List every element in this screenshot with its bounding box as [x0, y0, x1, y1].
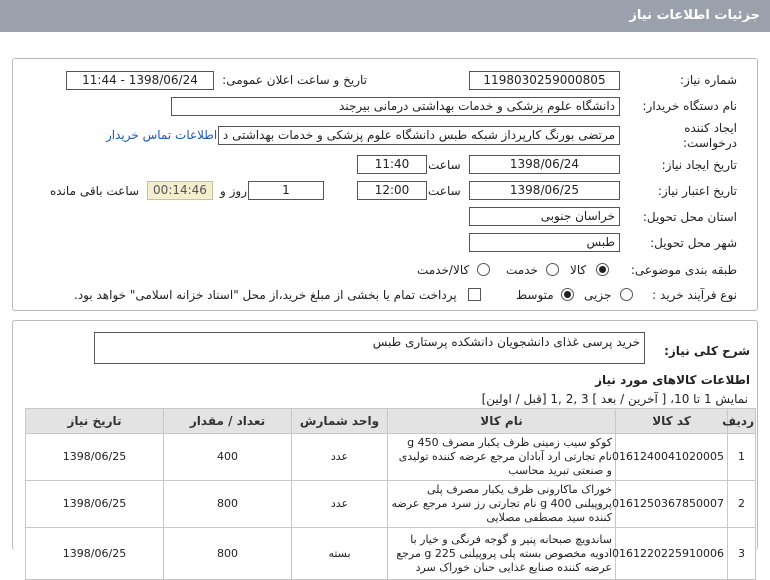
col-qty-header: تعداد / مقدار	[163, 408, 292, 434]
goods-date: 1398/06/25	[25, 480, 164, 528]
treasury-payment-checkbox[interactable]	[468, 288, 481, 301]
summary-label: شرح کلی نیاز:	[664, 344, 750, 358]
goods-unit: عدد	[291, 480, 388, 528]
table-row[interactable]: 3 0161220225910006 ساندویچ صبحانه پنیر و…	[25, 527, 756, 580]
city-field[interactable]: طبس	[469, 233, 620, 252]
remaining-label: ساعت باقی مانده	[50, 184, 140, 198]
need-number-field[interactable]: 1198030259000805	[469, 71, 620, 90]
valid-date-field[interactable]: 1398/06/25	[469, 181, 620, 200]
category-service-radio[interactable]	[546, 263, 559, 276]
city-label: شهر محل تحویل:	[650, 236, 737, 250]
remaining-time-badge: 00:14:46	[147, 181, 213, 200]
created-time-label: ساعت	[428, 158, 461, 172]
row-number: 2	[727, 480, 756, 528]
category-goods-service-label: کالا/خدمت	[417, 263, 470, 277]
category-goods-label: کالا	[570, 263, 587, 277]
page-title: جزئیات اطلاعات نیاز	[0, 0, 770, 32]
row-number: 1	[727, 433, 756, 481]
announce-label: تاریخ و ساعت اعلان عمومی:	[222, 73, 367, 87]
buyer-field[interactable]: دانشگاه علوم پزشکی و خدمات بهداشتی درمان…	[171, 97, 620, 116]
goods-table-header: ردیف کد کالا نام کالا واحد شمارش تعداد /…	[25, 408, 756, 434]
col-unit-header: واحد شمارش	[291, 408, 388, 434]
contact-buyer-link[interactable]: اطلاعات تماس خریدار	[106, 128, 217, 142]
col-code-header: کد کالا	[615, 408, 728, 434]
goods-unit: عدد	[291, 433, 388, 481]
table-row[interactable]: 2 0161250367850007 خوراک ماکارونی ظرف یک…	[25, 480, 756, 528]
buyer-label: نام دستگاه خریدار:	[642, 99, 738, 113]
valid-time-label: ساعت	[428, 184, 461, 198]
category-goods-radio[interactable]	[596, 263, 609, 276]
goods-code: 0161240041020005	[612, 433, 728, 481]
category-goods-service-radio[interactable]	[477, 263, 490, 276]
goods-name: خوراک ماکارونی ظرف یکبار مصرف پلی پروپیل…	[387, 480, 616, 528]
valid-time-field[interactable]: 12:00	[357, 181, 427, 200]
goods-date: 1398/06/25	[25, 433, 164, 481]
process-minor-radio[interactable]	[620, 288, 633, 301]
goods-quantity: 400	[163, 433, 292, 481]
process-minor-label: جزیی	[584, 288, 612, 302]
row-number: 3	[727, 527, 756, 580]
province-label: استان محل تحویل:	[642, 210, 737, 224]
announce-datetime-field[interactable]: 1398/06/24 - 11:44	[66, 71, 214, 90]
day-and-label: روز و	[220, 184, 247, 198]
col-name-header: نام کالا	[387, 408, 616, 434]
goods-pagination[interactable]: نمایش 1 تا 10، [ آخرین / بعد ] 3 ,2 ,1 […	[482, 392, 748, 406]
table-row[interactable]: 1 0161240041020005 کوکو سیب زمینی ظرف یک…	[25, 433, 756, 481]
goods-quantity: 800	[163, 527, 292, 580]
category-label: طبقه بندی موضوعی:	[630, 263, 737, 277]
created-time-field[interactable]: 11:40	[357, 155, 427, 174]
creator-label-1: ایجاد کننده	[684, 121, 737, 135]
province-field[interactable]: خراسان جنوبی	[469, 207, 620, 226]
goods-quantity: 800	[163, 480, 292, 528]
need-number-label: شماره نیاز:	[680, 73, 737, 87]
creator-label-2: درخواست:	[683, 136, 737, 150]
goods-code: 0161250367850007	[612, 480, 728, 528]
created-date-label: تاریخ ایجاد نیاز:	[661, 158, 737, 172]
goods-name: کوکو سیب زمینی ظرف یکبار مصرف 450 g نام …	[387, 433, 616, 481]
process-medium-label: متوسط	[516, 288, 554, 302]
col-row-header: ردیف	[722, 408, 756, 434]
category-service-label: خدمت	[506, 263, 538, 277]
process-medium-radio[interactable]	[561, 288, 574, 301]
goods-code: 0161220225910006	[612, 527, 728, 580]
created-date-field[interactable]: 1398/06/24	[469, 155, 620, 174]
valid-date-label: تاریخ اعتبار نیاز:	[657, 184, 737, 198]
goods-section-title: اطلاعات کالاهای مورد نیاز	[595, 373, 750, 387]
process-label: نوع فرآیند خرید :	[652, 288, 737, 302]
treasury-payment-note: پرداخت تمام یا بخشی از مبلغ خرید،از محل …	[74, 288, 457, 302]
col-date-header: تاریخ نیاز	[25, 408, 164, 434]
goods-name: ساندویچ صبحانه پنیر و گوجه فرنگی و خیار …	[387, 527, 616, 580]
summary-field[interactable]: خرید پرسی غذای دانشجویان دانشکده پرستاری…	[94, 332, 645, 364]
days-field[interactable]: 1	[248, 181, 324, 200]
goods-table: ردیف کد کالا نام کالا واحد شمارش تعداد /…	[25, 408, 756, 580]
goods-date: 1398/06/25	[25, 527, 164, 580]
goods-unit: بسته	[291, 527, 388, 580]
creator-field[interactable]: مرتضی بورنگ کارپرداز شبکه طبس دانشگاه عل…	[218, 126, 620, 145]
